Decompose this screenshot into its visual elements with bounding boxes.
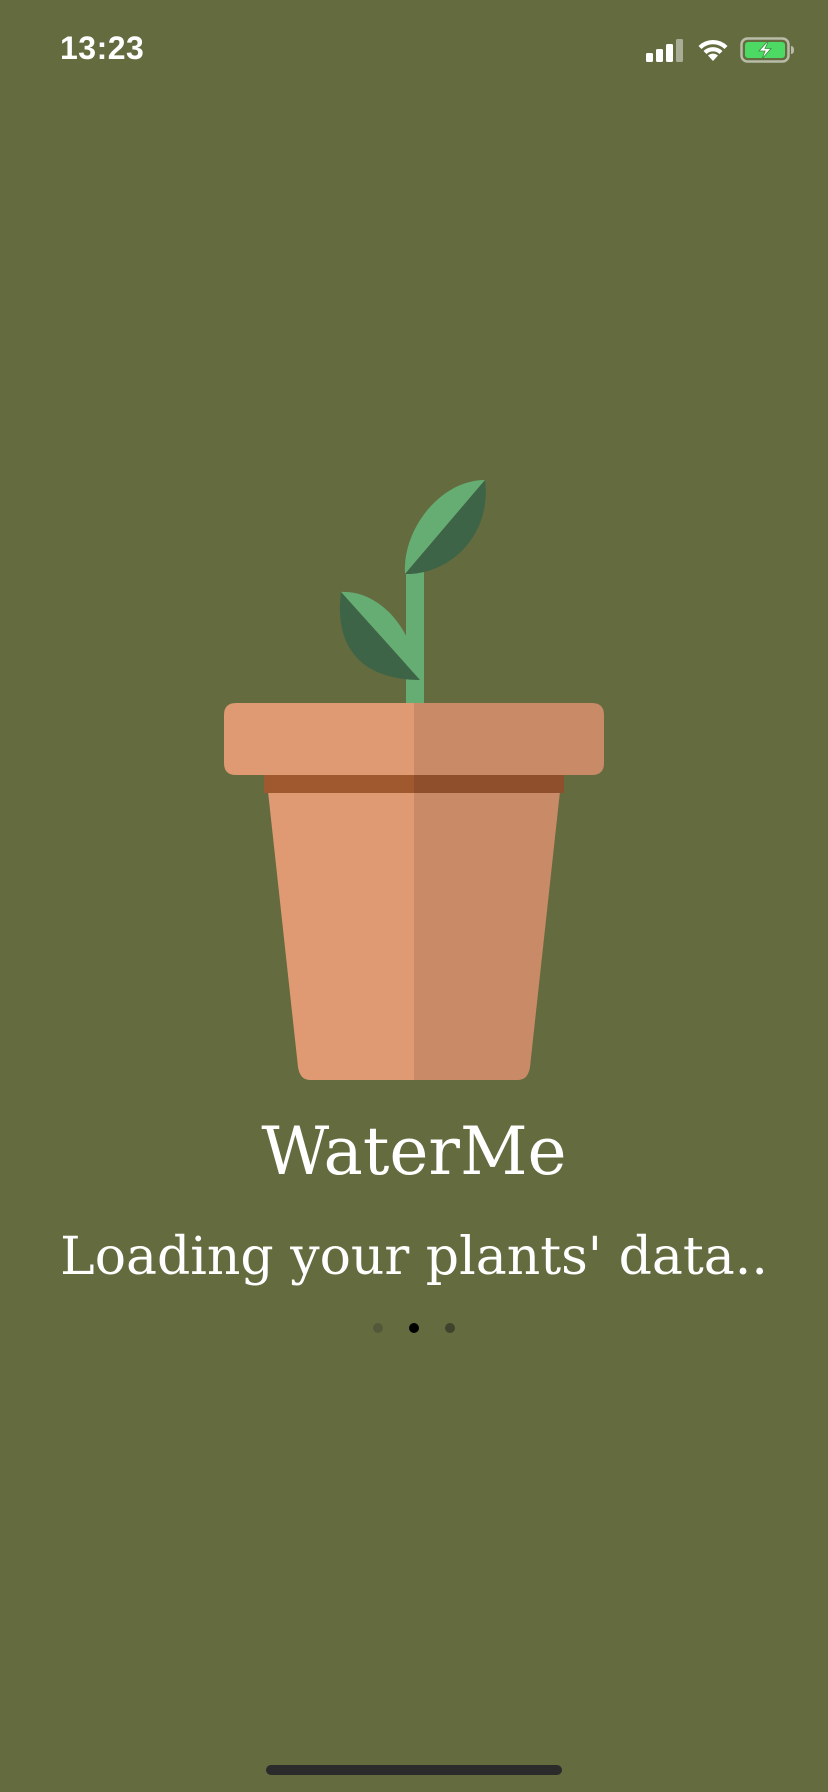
status-bar: 13:23: [0, 0, 828, 100]
pot-band-left: [264, 773, 414, 793]
loading-message: Loading your plants' data..: [60, 1227, 768, 1287]
pot-body-left: [266, 773, 414, 1080]
battery-charging-icon: [740, 37, 794, 63]
signal-icon: [646, 39, 683, 62]
loading-dot: [445, 1323, 455, 1333]
pot-rim-left: [224, 703, 414, 775]
home-indicator[interactable]: [266, 1765, 562, 1775]
pot-rim-right: [414, 703, 604, 775]
loading-dot-active: [409, 1323, 419, 1333]
loading-dot: [373, 1323, 383, 1333]
status-icons: [646, 36, 796, 64]
status-time: 13:23: [60, 30, 145, 66]
loading-indicator: [0, 1323, 828, 1333]
pot-body-right: [414, 773, 562, 1080]
app-title: WaterMe: [261, 1113, 567, 1190]
potted-plant-icon: [224, 480, 604, 1080]
pot-band-right: [414, 773, 564, 793]
wifi-icon: [698, 39, 728, 61]
